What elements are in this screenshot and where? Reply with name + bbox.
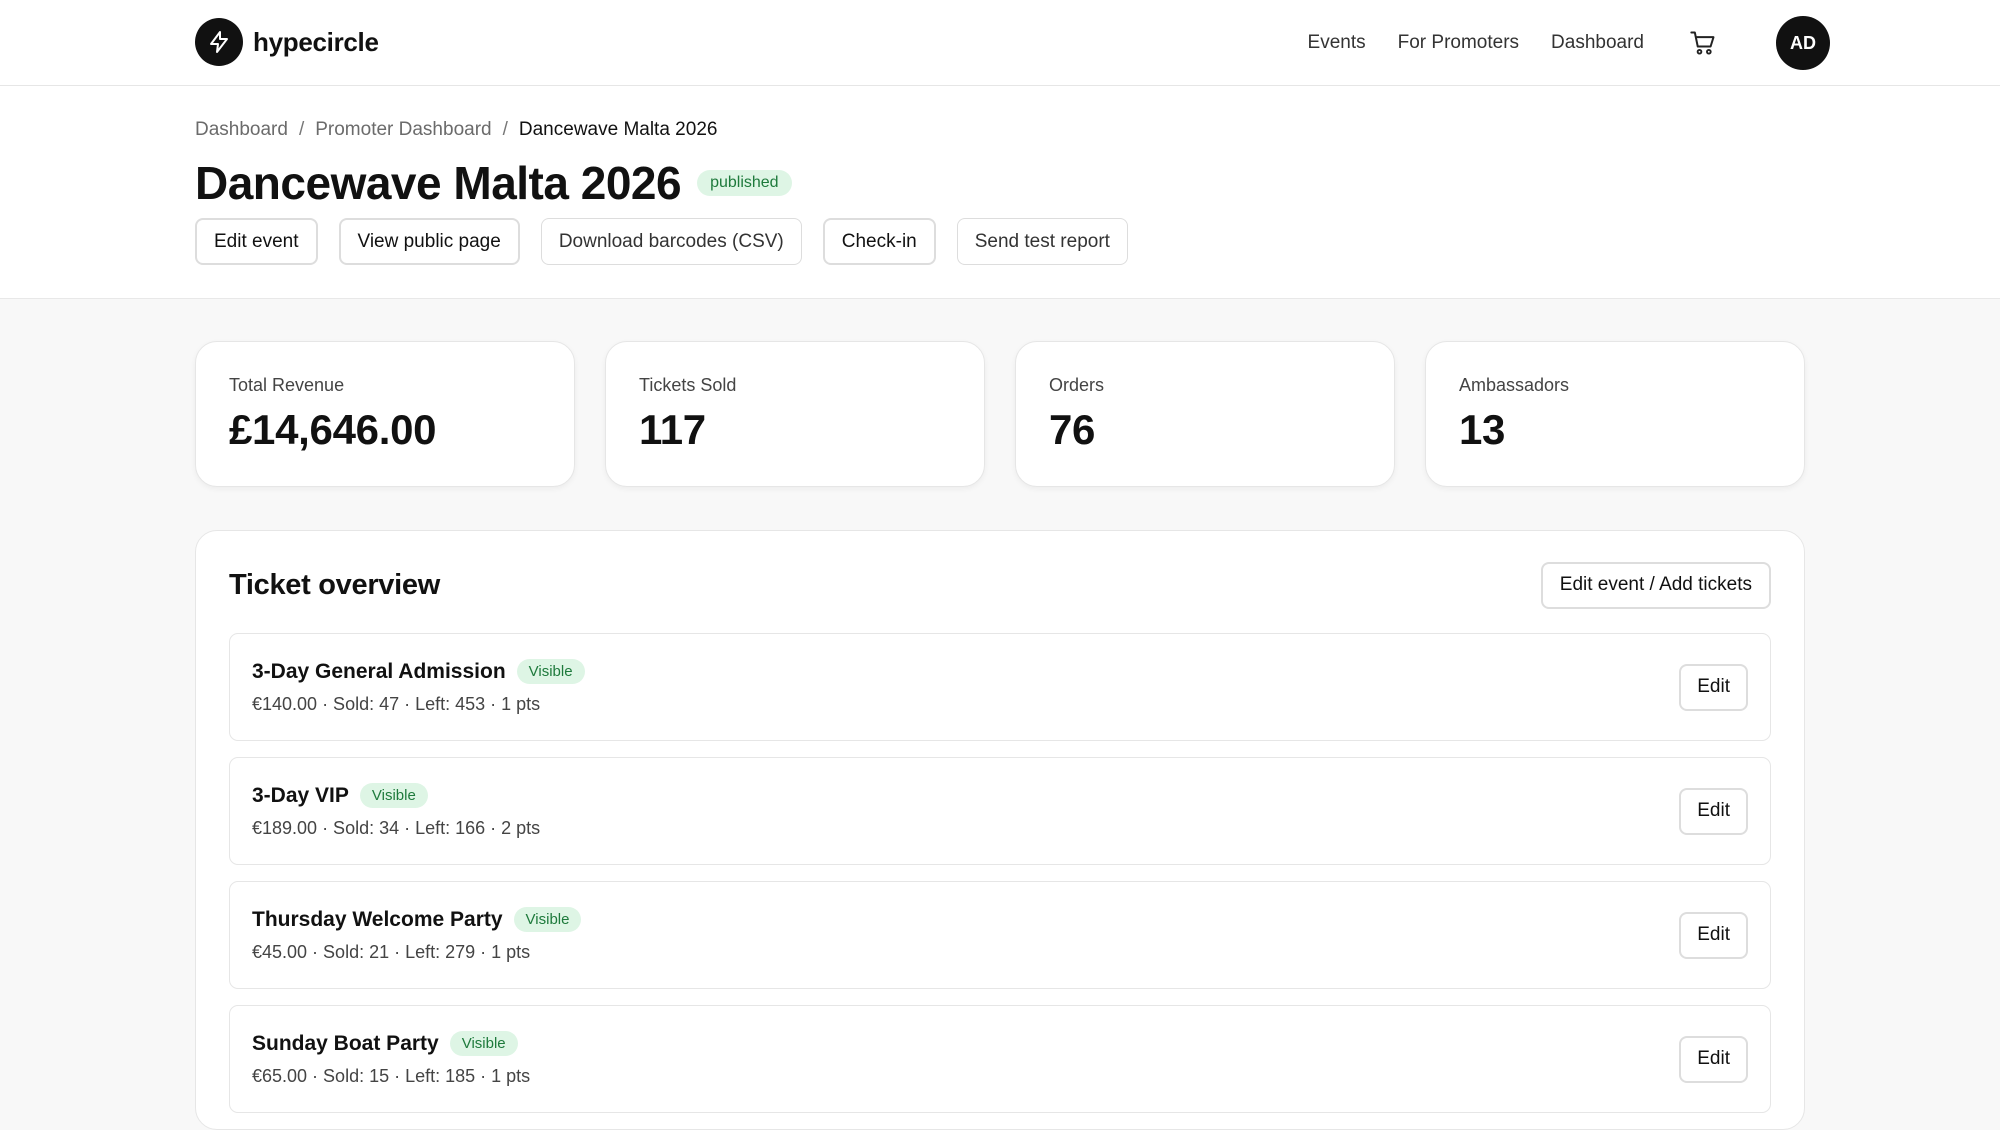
edit-ticket-button[interactable]: Edit: [1679, 787, 1748, 835]
lightning-bolt-icon: [195, 18, 243, 66]
stat-card-tickets-sold: Tickets Sold 117: [605, 341, 985, 487]
ticket-info: 3-Day General Admission Visible €140.00 …: [252, 659, 585, 715]
ticket-name-row: 3-Day General Admission Visible: [252, 659, 585, 684]
breadcrumb-promoter-dashboard[interactable]: Promoter Dashboard: [315, 119, 491, 141]
ticket-meta: €140.00 · Sold: 47 · Left: 453 · 1 pts: [252, 694, 541, 714]
stat-value: 117: [639, 406, 706, 453]
ticket-overview-panel: Ticket overview Edit event / Add tickets…: [195, 530, 1805, 1130]
breadcrumb: Dashboard / Promoter Dashboard / Dancewa…: [195, 119, 717, 141]
edit-event-button[interactable]: Edit event: [195, 218, 318, 265]
visibility-badge: Visible: [359, 783, 428, 808]
visibility-badge: Visible: [449, 1031, 518, 1056]
stat-value: £14,646.00: [229, 406, 437, 453]
stats-row: Total Revenue £14,646.00 Tickets Sold 11…: [195, 341, 1805, 487]
stat-card-orders: Orders 76: [1015, 341, 1395, 487]
stat-label: Tickets Sold: [639, 375, 737, 395]
top-navigation-bar: hypecircle Events For Promoters Dashboar…: [0, 0, 2000, 86]
edit-ticket-button[interactable]: Edit: [1679, 911, 1748, 959]
ticket-name-row: 3-Day VIP Visible: [252, 783, 540, 808]
ticket-name: 3-Day General Admission: [252, 659, 506, 683]
stat-label: Total Revenue: [229, 375, 345, 395]
ticket-meta: €65.00 · Sold: 15 · Left: 185 · 1 pts: [252, 1066, 531, 1086]
ticket-name: 3-Day VIP: [252, 783, 349, 807]
ticket-row: Sunday Boat Party Visible €65.00 · Sold:…: [229, 1005, 1771, 1113]
edit-ticket-button[interactable]: Edit: [1679, 1035, 1748, 1083]
nav-link-events[interactable]: Events: [1308, 32, 1366, 54]
status-badge: published: [697, 170, 792, 196]
breadcrumb-current: Dancewave Malta 2026: [518, 119, 718, 140]
cart-icon[interactable]: [1688, 28, 1718, 58]
ticket-info: 3-Day VIP Visible €189.00 · Sold: 34 · L…: [252, 783, 540, 839]
panel-header: Ticket overview Edit event / Add tickets: [229, 531, 1771, 633]
title-row: Dancewave Malta 2026 published: [195, 156, 792, 210]
user-avatar[interactable]: AD: [1776, 16, 1830, 70]
visibility-badge: Visible: [516, 659, 585, 684]
ticket-name-row: Thursday Welcome Party Visible: [252, 907, 582, 932]
breadcrumb-separator: /: [298, 119, 305, 140]
edit-ticket-button[interactable]: Edit: [1679, 663, 1748, 711]
nav-link-dashboard[interactable]: Dashboard: [1551, 32, 1644, 54]
ticket-row: 3-Day VIP Visible €189.00 · Sold: 34 · L…: [229, 757, 1771, 865]
ticket-row: 3-Day General Admission Visible €140.00 …: [229, 633, 1771, 741]
ticket-name: Thursday Welcome Party: [252, 907, 503, 931]
event-actions: Edit event View public page Download bar…: [195, 218, 1149, 265]
page-title: Dancewave Malta 2026: [195, 157, 682, 209]
breadcrumb-separator: /: [502, 119, 508, 140]
brand[interactable]: hypecircle: [195, 18, 379, 66]
brand-name: hypecircle: [253, 26, 379, 57]
visibility-badge: Visible: [513, 907, 582, 932]
stat-card-ambassadors: Ambassadors 13: [1425, 341, 1805, 487]
stat-label: Orders: [1049, 375, 1105, 395]
edit-event-add-tickets-button[interactable]: Edit event / Add tickets: [1540, 561, 1771, 609]
stat-card-total-revenue: Total Revenue £14,646.00: [195, 341, 575, 487]
panel-title: Ticket overview: [229, 568, 440, 601]
stat-value: 76: [1049, 406, 1096, 453]
ticket-row: Thursday Welcome Party Visible €45.00 · …: [229, 881, 1771, 989]
stat-value: 13: [1459, 406, 1506, 453]
check-in-button[interactable]: Check-in: [822, 218, 936, 265]
event-header: Dashboard / Promoter Dashboard / Dancewa…: [0, 86, 2000, 299]
ticket-name: Sunday Boat Party: [252, 1031, 439, 1055]
send-test-report-button[interactable]: Send test report: [956, 218, 1128, 265]
ticket-name-row: Sunday Boat Party Visible: [252, 1031, 530, 1056]
ticket-info: Thursday Welcome Party Visible €45.00 · …: [252, 907, 582, 963]
download-barcodes-button[interactable]: Download barcodes (CSV): [540, 218, 802, 265]
stat-label: Ambassadors: [1459, 375, 1570, 395]
breadcrumb-dashboard[interactable]: Dashboard: [195, 119, 288, 141]
main-nav: Events For Promoters Dashboard AD: [1308, 16, 1830, 70]
ticket-meta: €189.00 · Sold: 34 · Left: 166 · 2 pts: [252, 818, 541, 838]
ticket-info: Sunday Boat Party Visible €65.00 · Sold:…: [252, 1031, 530, 1087]
ticket-meta: €45.00 · Sold: 21 · Left: 279 · 1 pts: [252, 942, 531, 962]
nav-link-for-promoters[interactable]: For Promoters: [1398, 32, 1519, 54]
view-public-page-button[interactable]: View public page: [338, 218, 520, 265]
